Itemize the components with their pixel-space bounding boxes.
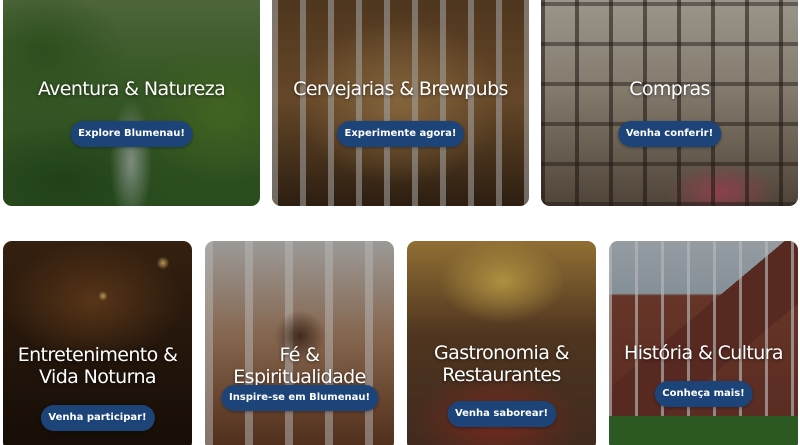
venha-saborear-button[interactable]: Venha saborear!	[446, 401, 557, 427]
card-compras[interactable]: Compras Venha conferir!	[541, 0, 798, 206]
conheca-mais-button[interactable]: Conheça mais!	[654, 381, 753, 407]
card-aventura-natureza[interactable]: Aventura & Natureza Explore Blumenau!	[3, 0, 260, 206]
card-title: História & Cultura	[624, 342, 784, 364]
card-overlay	[205, 241, 394, 445]
venha-conferir-button[interactable]: Venha conferir!	[617, 121, 722, 147]
card-title: Compras	[629, 78, 710, 100]
card-overlay	[3, 0, 260, 206]
card-historia-cultura[interactable]: História & Cultura Conheça mais!	[609, 241, 798, 445]
card-fe-espiritualidade[interactable]: Fé & Espiritualidade Inspire-se em Blume…	[205, 241, 394, 445]
inspire-se-button[interactable]: Inspire-se em Blumenau!	[220, 385, 379, 411]
card-cervejarias-brewpubs[interactable]: Cervejarias & Brewpubs Experimente agora…	[272, 0, 529, 206]
card-overlay	[272, 0, 529, 206]
card-title: Gastronomia & Restaurantes	[434, 342, 569, 386]
card-title: Aventura & Natureza	[37, 78, 226, 100]
card-title: Fé & Espiritualidade	[233, 344, 366, 388]
experimente-agora-button[interactable]: Experimente agora!	[336, 121, 465, 147]
card-title: Cervejarias & Brewpubs	[293, 78, 508, 100]
card-title: Entretenimento & Vida Noturna	[17, 344, 178, 388]
card-gastronomia-restaurantes[interactable]: Gastronomia & Restaurantes Venha saborea…	[407, 241, 596, 445]
venha-participar-button[interactable]: Venha participar!	[40, 405, 155, 431]
explore-blumenau-button[interactable]: Explore Blumenau!	[70, 121, 193, 147]
card-entretenimento-vida-noturna[interactable]: Entretenimento & Vida Noturna Venha part…	[3, 241, 192, 445]
card-overlay	[541, 0, 798, 206]
